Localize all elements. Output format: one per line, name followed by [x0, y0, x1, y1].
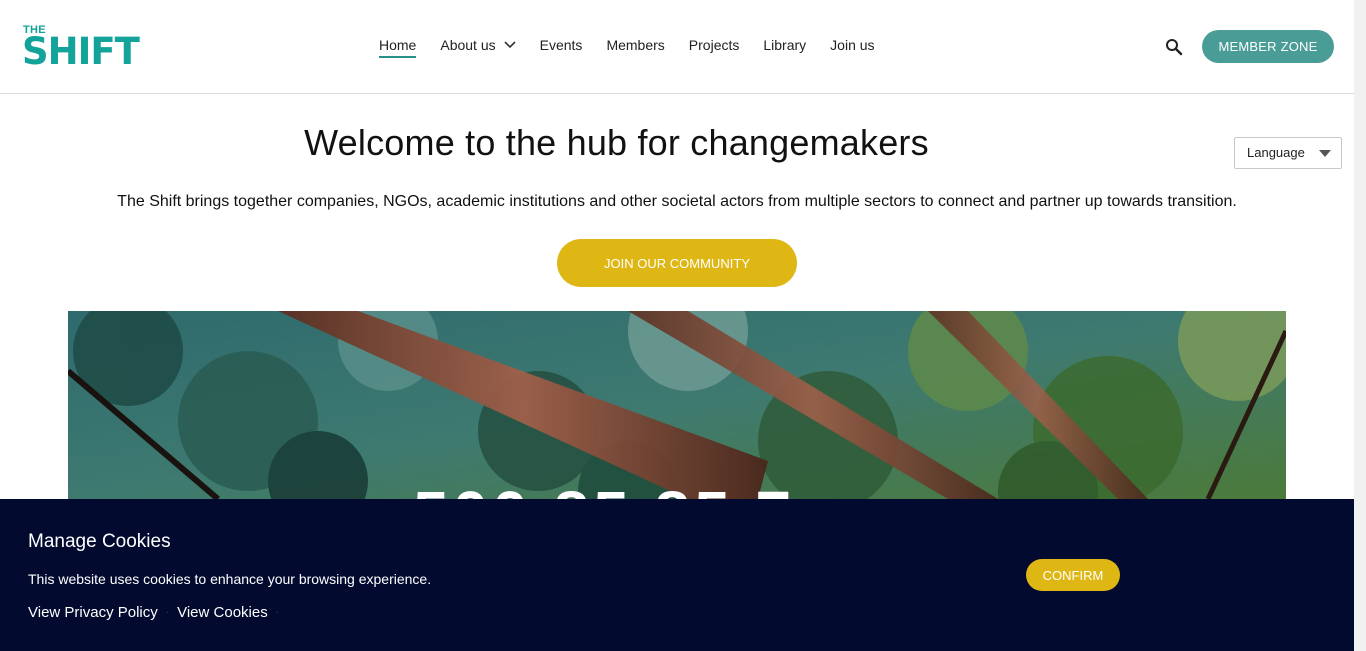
- nav-item-home[interactable]: Home: [379, 36, 417, 58]
- the-shift-logo[interactable]: THE SHIFT: [22, 24, 140, 73]
- nav-label-join-us: Join us: [830, 37, 875, 53]
- language-select-value: Language: [1247, 145, 1305, 160]
- site-header: THE SHIFT Home About us Events Members P…: [0, 0, 1354, 94]
- cookie-banner-text: This website uses cookies to enhance you…: [28, 571, 432, 587]
- join-community-button[interactable]: JOIN OUR COMMUNITY: [557, 239, 797, 287]
- chevron-down-icon: [504, 41, 516, 49]
- search-icon[interactable]: [1165, 38, 1183, 56]
- cookie-banner: Manage Cookies This website uses cookies…: [0, 499, 1354, 651]
- privacy-policy-link[interactable]: View Privacy Policy: [28, 604, 158, 621]
- nav-label-home: Home: [379, 37, 417, 53]
- link-separator: ·: [165, 607, 170, 618]
- nav-item-about-us[interactable]: About us: [440, 36, 516, 54]
- nav-label-about-us: About us: [440, 37, 496, 53]
- nav-item-join-us[interactable]: Join us: [830, 36, 874, 54]
- main-nav: Home About us Events Members Projects Li…: [379, 36, 899, 60]
- logo-main-text: SHIFT: [22, 30, 140, 73]
- forest-canopy-illustration: [68, 311, 1286, 499]
- language-select[interactable]: Language: [1234, 137, 1342, 169]
- nav-item-library[interactable]: Library: [763, 36, 806, 54]
- cookie-banner-title: Manage Cookies: [28, 531, 171, 552]
- nav-label-members: Members: [606, 37, 665, 53]
- confirm-cookies-button[interactable]: CONFIRM: [1026, 559, 1120, 591]
- cookie-links: View Privacy Policy · View Cookies ·: [28, 604, 287, 621]
- member-stats-numbers: 500 85 85 7: [413, 477, 795, 499]
- link-separator-trailing: ·: [275, 607, 280, 618]
- nav-item-events[interactable]: Events: [540, 36, 583, 54]
- page-scrollbar[interactable]: [1354, 0, 1366, 651]
- dropdown-arrow-icon: [1319, 150, 1331, 157]
- nav-label-projects: Projects: [688, 37, 740, 53]
- member-zone-button[interactable]: MEMBER ZONE: [1202, 30, 1334, 63]
- nav-item-members[interactable]: Members: [606, 36, 664, 54]
- page-subheadline: The Shift brings together companies, NGO…: [117, 193, 1237, 210]
- nav-label-library: Library: [763, 37, 807, 53]
- view-cookies-link[interactable]: View Cookies: [177, 604, 268, 621]
- forest-hero-image: 500 85 85 7: [68, 311, 1286, 499]
- page-headline: Welcome to the hub for changemakers: [304, 122, 929, 163]
- nav-item-projects[interactable]: Projects: [689, 36, 740, 54]
- nav-label-events: Events: [539, 37, 583, 53]
